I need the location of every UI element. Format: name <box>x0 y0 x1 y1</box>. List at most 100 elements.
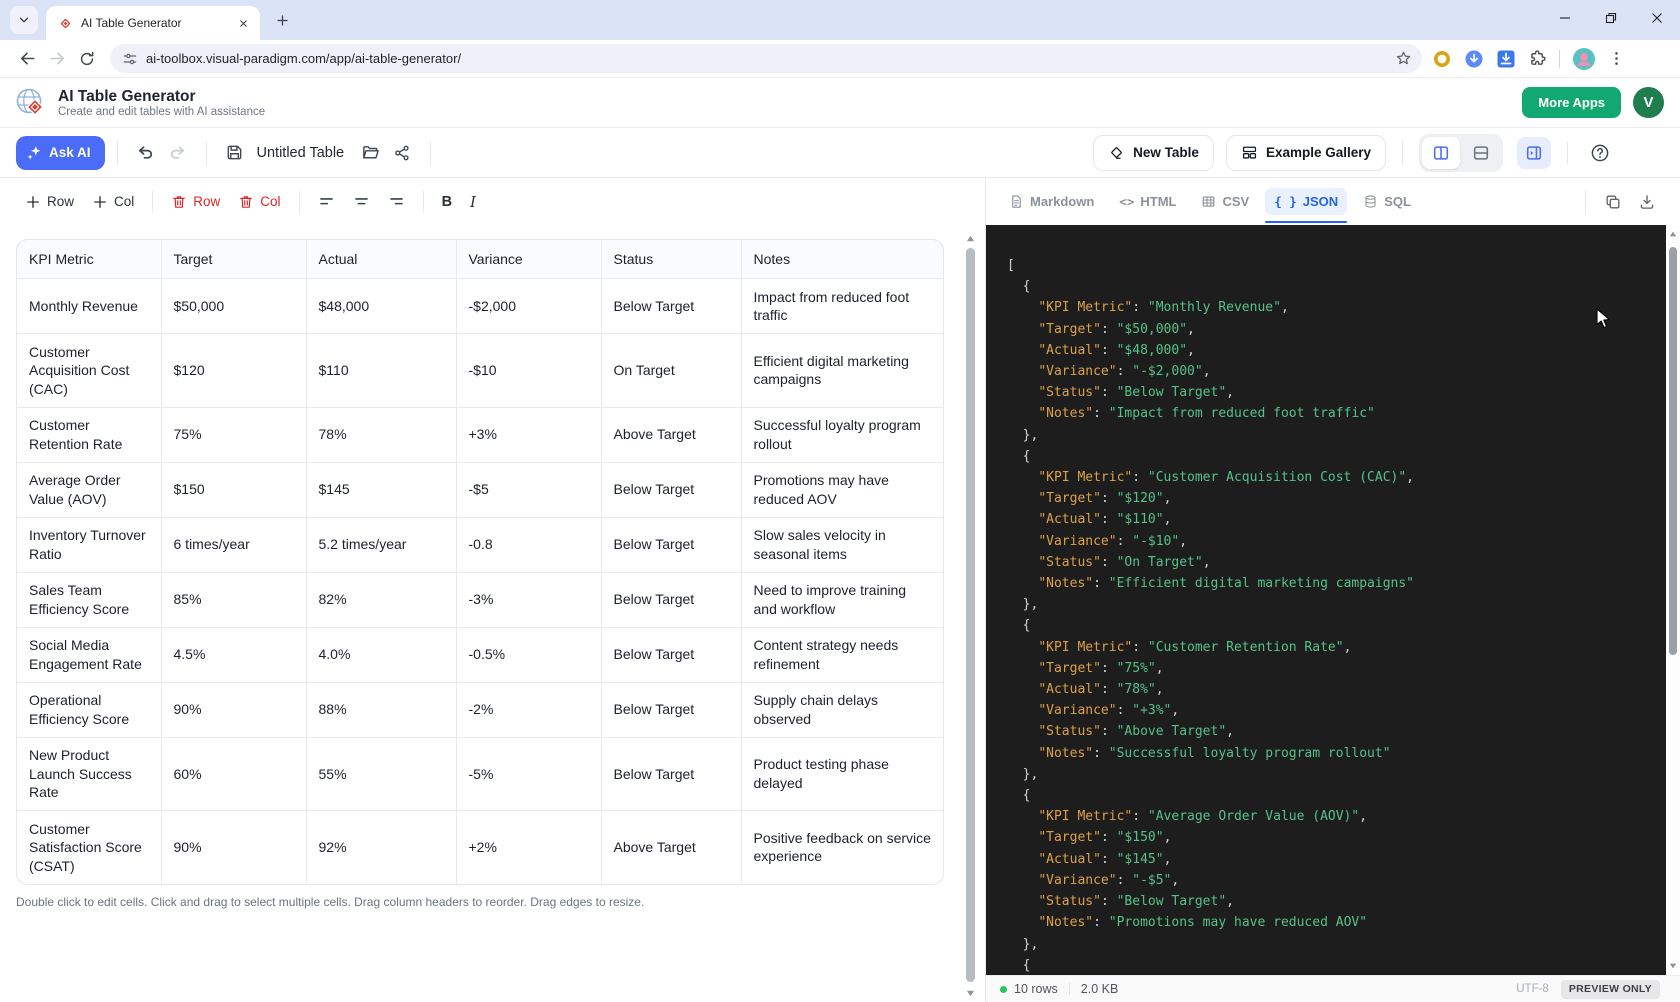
table-cell[interactable]: Content strategy needs refinement <box>741 627 944 682</box>
tab-csv[interactable]: CSV <box>1192 188 1258 215</box>
table-cell[interactable]: Operational Efficiency Score <box>17 682 161 737</box>
table-cell[interactable]: Sales Team Efficiency Score <box>17 572 161 627</box>
scroll-up-icon[interactable] <box>966 234 975 243</box>
table-cell[interactable]: Social Media Engagement Rate <box>17 627 161 682</box>
address-bar[interactable]: ai-toolbox.visual-paradigm.com/app/ai-ta… <box>110 44 1422 73</box>
tab-close-button[interactable] <box>234 14 252 32</box>
user-avatar[interactable]: V <box>1633 87 1664 118</box>
browser-menu-kebab-icon[interactable] <box>1608 50 1625 67</box>
copy-button[interactable] <box>1604 193 1622 211</box>
table-cell[interactable]: +3% <box>456 407 601 462</box>
align-center-button[interactable] <box>344 187 379 216</box>
table-cell[interactable]: Product testing phase delayed <box>741 737 944 811</box>
redo-button[interactable] <box>162 137 194 169</box>
add-row-button[interactable]: Row <box>16 188 83 216</box>
table-cell[interactable]: Above Target <box>601 811 741 884</box>
table-scrollbar[interactable] <box>964 234 977 998</box>
table-cell[interactable]: 92% <box>306 811 456 884</box>
table-cell[interactable]: 5.2 times/year <box>306 517 456 572</box>
table-cell[interactable]: Below Target <box>601 517 741 572</box>
table-cell[interactable]: Inventory Turnover Ratio <box>17 517 161 572</box>
table-cell[interactable]: Monthly Revenue <box>17 279 161 334</box>
extension-ring-icon[interactable] <box>1432 49 1452 69</box>
table-cell[interactable]: $50,000 <box>161 279 306 334</box>
table-cell[interactable]: Below Target <box>601 279 741 334</box>
split-vertical-button[interactable] <box>1422 137 1460 169</box>
table-cell[interactable]: 82% <box>306 572 456 627</box>
scroll-up-icon[interactable] <box>1669 230 1677 238</box>
bold-button[interactable]: B <box>433 188 461 216</box>
table-cell[interactable]: 88% <box>306 682 456 737</box>
table-cell[interactable]: Slow sales velocity in seasonal items <box>741 517 944 572</box>
tab-markdown[interactable]: Markdown <box>1000 188 1103 215</box>
table-cell[interactable]: -5% <box>456 737 601 811</box>
table-cell[interactable]: +2% <box>456 811 601 884</box>
table-cell[interactable]: -2% <box>456 682 601 737</box>
table-cell[interactable]: 78% <box>306 407 456 462</box>
table-cell[interactable]: -$2,000 <box>456 279 601 334</box>
table-cell[interactable]: 4.5% <box>161 627 306 682</box>
delete-column-button[interactable]: Col <box>229 188 289 216</box>
back-button[interactable] <box>12 44 42 74</box>
scrollbar-thumb[interactable] <box>1669 247 1677 655</box>
table-cell[interactable]: 55% <box>306 737 456 811</box>
table-cell[interactable]: 90% <box>161 811 306 884</box>
forward-button[interactable] <box>42 44 72 74</box>
table-cell[interactable]: Average Order Value (AOV) <box>17 462 161 517</box>
example-gallery-button[interactable]: Example Gallery <box>1226 135 1386 171</box>
column-header[interactable]: Status <box>601 240 741 279</box>
new-tab-button[interactable] <box>268 6 296 34</box>
table-cell[interactable]: -0.8 <box>456 517 601 572</box>
table-cell[interactable]: 90% <box>161 682 306 737</box>
table-cell[interactable]: On Target <box>601 334 741 408</box>
browser-tab[interactable]: AI Table Generator <box>46 6 260 40</box>
table-cell[interactable]: Positive feedback on service experience <box>741 811 944 884</box>
help-button[interactable] <box>1584 137 1616 169</box>
column-header[interactable]: Actual <box>306 240 456 279</box>
table-cell[interactable]: Below Target <box>601 682 741 737</box>
table-cell[interactable]: Above Target <box>601 407 741 462</box>
restore-button[interactable] <box>1588 0 1634 36</box>
share-button[interactable] <box>386 137 418 169</box>
table-cell[interactable]: $120 <box>161 334 306 408</box>
url-text[interactable]: ai-toolbox.visual-paradigm.com/app/ai-ta… <box>146 51 1387 66</box>
table-cell[interactable]: -$10 <box>456 334 601 408</box>
table-cell[interactable]: -0.5% <box>456 627 601 682</box>
table-cell[interactable]: $145 <box>306 462 456 517</box>
column-header[interactable]: Target <box>161 240 306 279</box>
table-cell[interactable]: Below Target <box>601 737 741 811</box>
align-right-button[interactable] <box>379 187 414 216</box>
table-cell[interactable]: Below Target <box>601 627 741 682</box>
undo-button[interactable] <box>130 137 162 169</box>
add-column-button[interactable]: Col <box>83 188 143 216</box>
open-folder-button[interactable] <box>354 137 386 169</box>
table-cell[interactable]: Customer Satisfaction Score (CSAT) <box>17 811 161 884</box>
table-cell[interactable]: 6 times/year <box>161 517 306 572</box>
table-cell[interactable]: -$5 <box>456 462 601 517</box>
extension-arrow-icon[interactable] <box>1464 49 1484 69</box>
column-header[interactable]: Variance <box>456 240 601 279</box>
table-cell[interactable]: 60% <box>161 737 306 811</box>
table-cell[interactable]: Need to improve training and workflow <box>741 572 944 627</box>
table-cell[interactable]: $48,000 <box>306 279 456 334</box>
new-table-button[interactable]: New Table <box>1093 135 1214 171</box>
table-cell[interactable]: 85% <box>161 572 306 627</box>
table-cell[interactable]: $110 <box>306 334 456 408</box>
collapse-panel-button[interactable] <box>1517 137 1551 169</box>
code-scrollbar[interactable] <box>1666 225 1680 975</box>
scroll-down-icon[interactable] <box>966 989 975 998</box>
tab-html[interactable]: <> HTML <box>1110 188 1185 215</box>
table-cell[interactable]: $150 <box>161 462 306 517</box>
reload-button[interactable] <box>72 44 102 74</box>
delete-row-button[interactable]: Row <box>162 188 229 216</box>
split-horizontal-button[interactable] <box>1462 137 1500 169</box>
table-cell[interactable]: Below Target <box>601 572 741 627</box>
save-button[interactable] <box>219 137 251 169</box>
extensions-puzzle-icon[interactable] <box>1528 49 1547 68</box>
table-cell[interactable]: Successful loyalty program rollout <box>741 407 944 462</box>
profile-avatar[interactable] <box>1572 47 1596 71</box>
italic-button[interactable]: I <box>461 187 485 217</box>
table-cell[interactable]: Efficient digital marketing campaigns <box>741 334 944 408</box>
align-left-button[interactable] <box>309 187 344 216</box>
table-cell[interactable]: Promotions may have reduced AOV <box>741 462 944 517</box>
